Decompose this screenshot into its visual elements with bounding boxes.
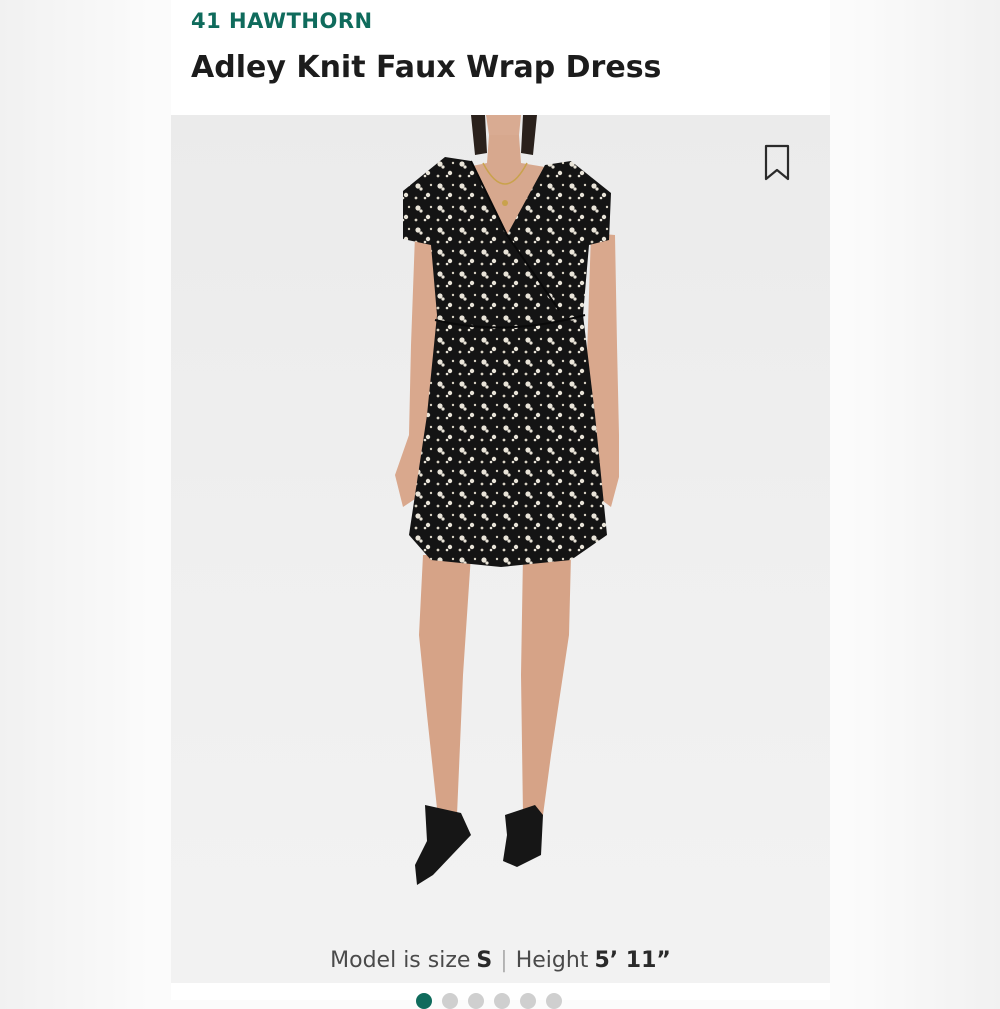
carousel-dot[interactable]: [546, 993, 562, 1009]
carousel-dot[interactable]: [494, 993, 510, 1009]
brand-name[interactable]: 41 HAWTHORN: [191, 9, 373, 33]
model-height-label: Height: [515, 947, 589, 973]
carousel-dot[interactable]: [520, 993, 536, 1009]
carousel-dot[interactable]: [442, 993, 458, 1009]
product-card: 41 HAWTHORN Adley Knit Faux Wrap Dress M…: [171, 0, 830, 1009]
model-size-label: Model is size: [330, 947, 471, 973]
product-image[interactable]: [171, 115, 830, 937]
model-height-value: 5’ 11”: [594, 947, 671, 973]
product-title: Adley Knit Faux Wrap Dress: [191, 50, 662, 85]
carousel-dot[interactable]: [416, 993, 432, 1009]
carousel-dots: [416, 993, 562, 1009]
model-size-value: S: [476, 947, 493, 973]
model-info-bar: Model is size S | Height 5’ 11”: [171, 937, 830, 983]
model-illustration: [395, 115, 619, 885]
bookmark-icon: [764, 144, 790, 181]
model-info-separator: |: [500, 947, 508, 973]
carousel-dot[interactable]: [468, 993, 484, 1009]
bookmark-button[interactable]: [761, 143, 793, 183]
